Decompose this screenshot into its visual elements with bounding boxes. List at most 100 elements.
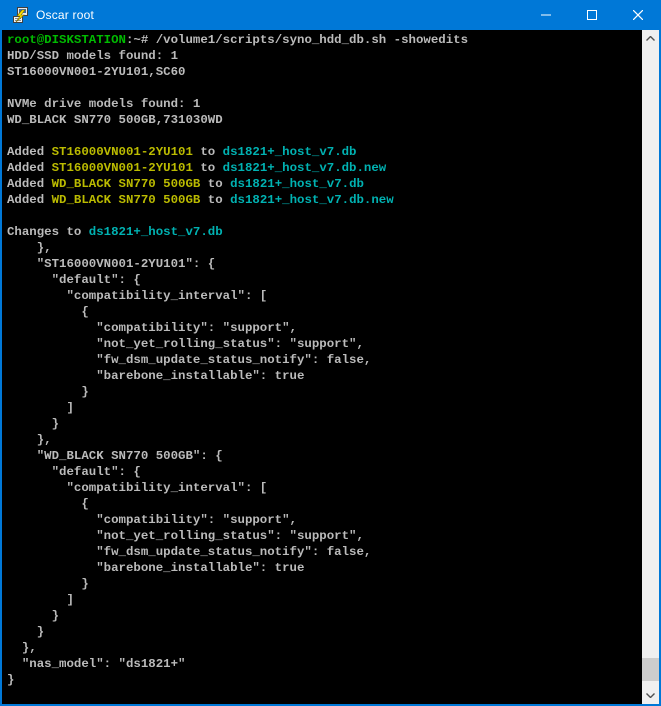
terminal-text-segment: ST16000VN001-2YU101,SC60 [7, 65, 185, 79]
terminal-line: }, [7, 432, 642, 448]
terminal-line: Added ST16000VN001-2YU101 to ds1821+_hos… [7, 160, 642, 176]
terminal-text-segment: } [7, 417, 59, 431]
terminal-text-segment: to [200, 193, 230, 207]
terminal-text-segment: to [193, 161, 223, 175]
terminal-line: "not_yet_rolling_status": "support", [7, 336, 642, 352]
terminal-text-segment: Added [7, 161, 52, 175]
terminal-text-segment: ds1821+_host_v7.db [230, 177, 364, 191]
terminal-text-segment: ] [7, 593, 74, 607]
terminal-line: WD_BLACK SN770 500GB,731030WD [7, 112, 642, 128]
terminal-line: ST16000VN001-2YU101,SC60 [7, 64, 642, 80]
terminal-text-segment: "compatibility": "support", [7, 513, 297, 527]
terminal-line: Added WD_BLACK SN770 500GB to ds1821+_ho… [7, 176, 642, 192]
terminal-line: "barebone_installable": true [7, 368, 642, 384]
terminal-line: } [7, 624, 642, 640]
minimize-button[interactable] [523, 0, 569, 30]
terminal-line: } [7, 576, 642, 592]
terminal-line: }, [7, 240, 642, 256]
scrollbar-thumb[interactable] [642, 658, 659, 681]
terminal-line: "compatibility_interval": [ [7, 288, 642, 304]
terminal-text-segment: "barebone_installable": true [7, 561, 304, 575]
terminal-line: } [7, 672, 642, 688]
close-icon [633, 10, 643, 20]
terminal-text-segment: ds1821+_host_v7.db [89, 225, 223, 239]
terminal-line: HDD/SSD models found: 1 [7, 48, 642, 64]
terminal-text-segment: } [7, 577, 89, 591]
title-bar[interactable]: Oscar root [0, 0, 661, 30]
terminal-line: }, [7, 640, 642, 656]
terminal-area[interactable]: root@DISKSTATION:~# /volume1/scripts/syn… [2, 30, 659, 704]
terminal-text-segment: } [7, 609, 59, 623]
terminal-text-segment: ds1821+_host_v7.db [223, 145, 357, 159]
terminal-text-segment: "default": { [7, 273, 141, 287]
terminal-text-segment: WD_BLACK SN770 500GB [52, 193, 201, 207]
terminal-line [7, 128, 642, 144]
terminal-line: root@DISKSTATION:~# /volume1/scripts/syn… [7, 32, 642, 48]
scroll-up-button[interactable] [642, 30, 659, 47]
terminal-line: Added WD_BLACK SN770 500GB to ds1821+_ho… [7, 192, 642, 208]
terminal-line: Changes to ds1821+_host_v7.db [7, 224, 642, 240]
maximize-button[interactable] [569, 0, 615, 30]
terminal-text-segment: ] [7, 401, 74, 415]
terminal-text-segment: { [7, 497, 89, 511]
terminal-text-segment: "compatibility_interval": [ [7, 289, 267, 303]
terminal-line: "nas_model": "ds1821+" [7, 656, 642, 672]
terminal-line: "not_yet_rolling_status": "support", [7, 528, 642, 544]
scrollbar-track[interactable] [642, 47, 659, 687]
window-title: Oscar root [36, 8, 523, 22]
terminal-text-segment: "fw_dsm_update_status_notify": false, [7, 353, 371, 367]
terminal-line: "compatibility_interval": [ [7, 480, 642, 496]
terminal-text-segment: ST16000VN001-2YU101 [52, 145, 193, 159]
terminal-text-segment: Added [7, 177, 52, 191]
terminal-text-segment: }, [7, 433, 52, 447]
terminal-text-segment: Added [7, 145, 52, 159]
putty-app-icon [11, 6, 29, 24]
terminal-text-segment: "nas_model": "ds1821+" [7, 657, 185, 671]
terminal-text-segment: } [7, 673, 14, 687]
terminal-text-segment: "barebone_installable": true [7, 369, 304, 383]
terminal-line: "fw_dsm_update_status_notify": false, [7, 544, 642, 560]
minimize-icon [541, 10, 551, 20]
terminal-output: root@DISKSTATION:~# /volume1/scripts/syn… [2, 30, 642, 704]
putty-window: Oscar root root@DISKSTATION:~# /volume1 [0, 0, 661, 706]
terminal-text-segment: WD_BLACK SN770 500GB [52, 177, 201, 191]
terminal-text-segment: to [193, 145, 223, 159]
terminal-text-segment: WD_BLACK SN770 500GB,731030WD [7, 113, 223, 127]
scrollbar[interactable] [642, 30, 659, 704]
terminal-text-segment: root@DISKSTATION [7, 33, 126, 47]
terminal-text-segment: }, [7, 641, 37, 655]
terminal-text-segment: } [7, 625, 44, 639]
terminal-line: "barebone_installable": true [7, 560, 642, 576]
terminal-line [7, 80, 642, 96]
chevron-up-icon [646, 36, 655, 41]
terminal-line: Added ST16000VN001-2YU101 to ds1821+_hos… [7, 144, 642, 160]
terminal-text-segment: "not_yet_rolling_status": "support", [7, 337, 364, 351]
terminal-text-segment: "WD_BLACK SN770 500GB": { [7, 449, 223, 463]
terminal-text-segment: Added [7, 193, 52, 207]
terminal-line: "compatibility": "support", [7, 320, 642, 336]
terminal-line: NVMe drive models found: 1 [7, 96, 642, 112]
terminal-text-segment: ds1821+_host_v7.db.new [223, 161, 387, 175]
terminal-text-segment: to [200, 177, 230, 191]
terminal-line: } [7, 608, 642, 624]
terminal-line: "default": { [7, 464, 642, 480]
terminal-line: } [7, 384, 642, 400]
terminal-text-segment: :~# /volume1/scripts/syno_hdd_db.sh -sho… [126, 33, 468, 47]
caption-buttons [523, 0, 661, 30]
terminal-text-segment: ST16000VN001-2YU101 [52, 161, 193, 175]
terminal-text-segment: }, [7, 241, 52, 255]
terminal-text-segment: } [7, 385, 89, 399]
terminal-text-segment: { [7, 305, 89, 319]
terminal-text-segment: "ST16000VN001-2YU101": { [7, 257, 215, 271]
terminal-line: "compatibility": "support", [7, 512, 642, 528]
scroll-down-button[interactable] [642, 687, 659, 704]
terminal-text-segment: NVMe drive models found: 1 [7, 97, 200, 111]
terminal-line: { [7, 304, 642, 320]
terminal-text-segment: "compatibility_interval": [ [7, 481, 267, 495]
chevron-down-icon [646, 693, 655, 698]
terminal-text-segment: "not_yet_rolling_status": "support", [7, 529, 364, 543]
terminal-text-segment: ds1821+_host_v7.db.new [230, 193, 394, 207]
terminal-line: "fw_dsm_update_status_notify": false, [7, 352, 642, 368]
close-button[interactable] [615, 0, 661, 30]
terminal-text-segment: HDD/SSD models found: 1 [7, 49, 178, 63]
